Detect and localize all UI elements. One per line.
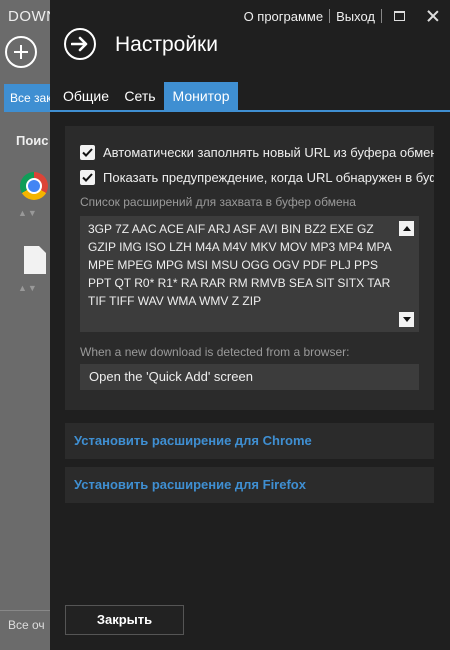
chrome-icon [20, 172, 48, 200]
reorder-arrows-icon: ▲▼ [18, 208, 38, 218]
add-download-icon [5, 36, 37, 68]
back-button[interactable] [64, 28, 96, 60]
scroll-down-button[interactable] [399, 312, 414, 327]
extension-list-label: Список расширений для захвата в буфер об… [80, 195, 356, 209]
tab-monitor[interactable]: Монитор [164, 82, 238, 110]
divider [0, 610, 50, 611]
exit-link[interactable]: Выход [330, 9, 381, 24]
install-firefox-extension-link[interactable]: Установить расширение для Firefox [65, 467, 434, 503]
warn-option: Показать предупреждение, когда URL обнар… [80, 168, 434, 186]
file-icon [24, 246, 46, 274]
close-window-button[interactable] [416, 0, 450, 32]
warn-label: Показать предупреждение, когда URL обнар… [103, 169, 434, 185]
maximize-icon [393, 11, 405, 21]
browser-action-select[interactable]: Open the 'Quick Add' screen [80, 364, 419, 390]
top-bar: О программе Выход [238, 0, 450, 32]
about-link[interactable]: О программе [238, 9, 330, 24]
triangle-down-icon [402, 317, 411, 322]
settings-panel: О программе Выход Настройки Общие Сеть М… [50, 0, 450, 650]
warn-checkbox[interactable] [80, 169, 95, 185]
background-bottom-text: Все оч [8, 618, 45, 632]
arrow-right-icon [71, 36, 88, 52]
page-title: Настройки [115, 33, 218, 56]
tab-network[interactable]: Сеть [117, 82, 163, 110]
close-button[interactable]: Закрыть [65, 605, 184, 635]
close-icon [427, 10, 439, 22]
triangle-up-icon [402, 226, 411, 231]
auto-fill-checkbox[interactable] [80, 144, 95, 160]
background-search-label: Поис [16, 133, 49, 148]
settings-tabs: Общие Сеть Монитор [50, 82, 450, 112]
extension-list-value: 3GP 7Z AAC ACE AIF ARJ ASF AVI BIN BZ2 E… [88, 222, 391, 308]
scroll-up-button[interactable] [399, 221, 414, 236]
background-tab: Все зак [4, 84, 50, 112]
background-app-title: DOWN [8, 8, 50, 25]
maximize-button[interactable] [382, 0, 416, 32]
checkmark-icon [82, 147, 93, 157]
auto-fill-option: Автоматически заполнять новый URL из буф… [80, 143, 434, 161]
install-chrome-extension-link[interactable]: Установить расширение для Chrome [65, 423, 434, 459]
checkmark-icon [82, 172, 93, 182]
tab-general[interactable]: Общие [55, 82, 117, 110]
reorder-arrows-icon: ▲▼ [18, 283, 38, 293]
background-app: DOWN Все зак Поис ▲▼ ▲▼ Все оч [0, 0, 50, 650]
monitor-settings-card: Автоматически заполнять новый URL из буф… [65, 126, 434, 410]
extension-list-textarea[interactable]: 3GP 7Z AAC ACE AIF ARJ ASF AVI BIN BZ2 E… [80, 216, 419, 332]
auto-fill-label: Автоматически заполнять новый URL из буф… [103, 144, 434, 160]
browser-detect-label: When a new download is detected from a b… [80, 345, 350, 359]
